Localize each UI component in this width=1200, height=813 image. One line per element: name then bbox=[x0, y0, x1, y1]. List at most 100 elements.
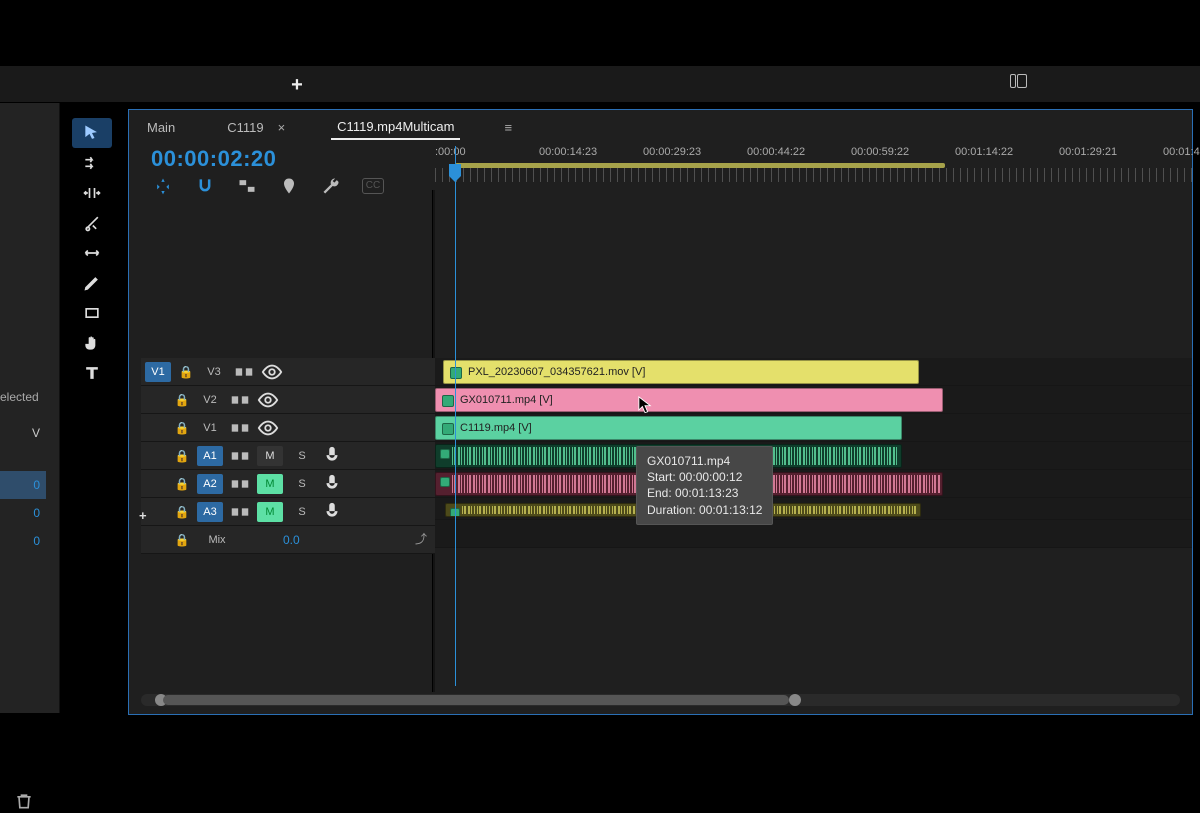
source-patch-a1[interactable]: A1 bbox=[197, 446, 223, 466]
voiceover-mic-icon[interactable] bbox=[321, 503, 343, 521]
mute-button[interactable]: M bbox=[257, 474, 283, 494]
sync-lock-icon[interactable] bbox=[229, 475, 251, 493]
linked-selection-icon[interactable] bbox=[237, 176, 257, 196]
clip-gx010711[interactable]: GX010711.mp4 [V] bbox=[435, 388, 943, 412]
tool-palette bbox=[72, 118, 116, 418]
tab-c1119-multicam[interactable]: C1119.mp4Multicam bbox=[331, 115, 460, 140]
left-panel-fragment: elected V 0 0 0 bbox=[0, 103, 60, 713]
track-headers: + V1 🔒 V3 🔒 V2 🔒 V1 🔒 bbox=[141, 358, 435, 554]
playhead-timecode[interactable]: 00:00:02:20 bbox=[151, 146, 276, 172]
track-label: V3 bbox=[201, 362, 227, 382]
app-top-black-area bbox=[0, 0, 1200, 65]
sync-lock-icon[interactable] bbox=[233, 363, 255, 381]
ruler-tick-label: 00:00:44:22 bbox=[747, 146, 805, 158]
sync-lock-icon[interactable] bbox=[229, 447, 251, 465]
razor-tool[interactable] bbox=[72, 208, 112, 238]
lane-a2[interactable] bbox=[435, 470, 1192, 498]
source-patch-a2[interactable]: A2 bbox=[197, 474, 223, 494]
toggle-track-output-icon[interactable] bbox=[257, 391, 279, 409]
fx-badge-icon bbox=[442, 423, 454, 435]
pen-tool[interactable] bbox=[72, 268, 112, 298]
track-header-a2[interactable]: 🔒 A2 M S bbox=[141, 470, 435, 498]
lane-a3[interactable] bbox=[435, 498, 1192, 520]
rectangle-tool[interactable] bbox=[72, 298, 112, 328]
timeline-horizontal-scrollbar[interactable] bbox=[141, 694, 1180, 706]
track-header-v3[interactable]: V1 🔒 V3 bbox=[141, 358, 435, 386]
mute-button[interactable]: M bbox=[257, 446, 283, 466]
zoom-handle-right[interactable] bbox=[789, 694, 801, 706]
lane-a1[interactable] bbox=[435, 442, 1192, 470]
left-value-row[interactable]: 0 bbox=[0, 499, 46, 527]
type-tool[interactable] bbox=[72, 358, 112, 388]
lock-icon[interactable]: 🔒 bbox=[173, 505, 191, 519]
toggle-track-output-icon[interactable] bbox=[261, 363, 283, 381]
selection-tool[interactable] bbox=[72, 118, 112, 148]
source-patch-a3[interactable]: A3 bbox=[197, 502, 223, 522]
left-value-row[interactable]: 0 bbox=[0, 527, 46, 555]
clip-lanes[interactable]: PXL_20230607_034357621.mov [V] GX010711.… bbox=[435, 358, 1192, 548]
lane-v2[interactable]: GX010711.mp4 [V] bbox=[435, 386, 1192, 414]
voiceover-mic-icon[interactable] bbox=[321, 447, 343, 465]
solo-button[interactable]: S bbox=[289, 502, 315, 522]
track-header-mix[interactable]: 🔒 Mix 0.0 ⤴ bbox=[141, 526, 435, 554]
tooltip-line: End: 00:01:13:23 bbox=[647, 485, 762, 501]
sync-lock-icon[interactable] bbox=[229, 419, 251, 437]
fx-badge-icon bbox=[440, 477, 450, 487]
captions-icon[interactable]: CC bbox=[363, 176, 383, 196]
toggle-track-output-icon[interactable] bbox=[257, 419, 279, 437]
add-panel-button[interactable]: + bbox=[284, 72, 310, 98]
track-select-forward-tool[interactable] bbox=[72, 148, 112, 178]
ruler-tick-label: 00:00:29:23 bbox=[643, 146, 701, 158]
tab-c1119[interactable]: C1119 bbox=[221, 116, 269, 139]
tooltip-line: Duration: 00:01:13:12 bbox=[647, 502, 762, 518]
lock-icon[interactable]: 🔒 bbox=[173, 477, 191, 491]
sync-lock-icon[interactable] bbox=[229, 503, 251, 521]
clip-c1119[interactable]: C1119.mp4 [V] bbox=[435, 416, 902, 440]
mute-button[interactable]: M bbox=[257, 502, 283, 522]
sync-lock-icon[interactable] bbox=[229, 391, 251, 409]
snap-icon[interactable] bbox=[195, 176, 215, 196]
lock-icon[interactable]: 🔒 bbox=[173, 393, 191, 407]
clip-label: GX010711.mp4 [V] bbox=[460, 394, 553, 406]
slip-tool[interactable] bbox=[72, 238, 112, 268]
viewport-layout-button[interactable] bbox=[1010, 74, 1038, 94]
lock-icon[interactable]: 🔒 bbox=[173, 533, 191, 547]
ruler-tick-label: 00:01:14:22 bbox=[955, 146, 1013, 158]
clip-pxl-mov[interactable]: PXL_20230607_034357621.mov [V] bbox=[443, 360, 919, 384]
source-patch-v1[interactable]: V1 bbox=[145, 362, 171, 382]
lock-icon[interactable]: 🔒 bbox=[173, 449, 191, 463]
track-header-a3[interactable]: 🔒 A3 M S bbox=[141, 498, 435, 526]
sequence-tabs: Main C1119 × C1119.mp4Multicam ≡ bbox=[141, 114, 512, 140]
hand-tool[interactable] bbox=[72, 328, 112, 358]
mix-level-value[interactable]: 0.0 bbox=[283, 533, 300, 547]
marker-icon[interactable] bbox=[279, 176, 299, 196]
lane-mix[interactable] bbox=[435, 520, 1192, 548]
lane-v1[interactable]: C1119.mp4 [V] bbox=[435, 414, 1192, 442]
ruler-tick-label: 00:00:59:22 bbox=[851, 146, 909, 158]
voiceover-mic-icon[interactable] bbox=[321, 475, 343, 493]
solo-button[interactable]: S bbox=[289, 474, 315, 494]
lock-icon[interactable]: 🔒 bbox=[173, 421, 191, 435]
track-header-a1[interactable]: 🔒 A1 M S bbox=[141, 442, 435, 470]
fx-badge-icon bbox=[442, 395, 454, 407]
settings-wrench-icon[interactable] bbox=[321, 176, 341, 196]
left-value-row[interactable]: 0 bbox=[0, 471, 46, 499]
add-track-button[interactable]: + bbox=[139, 508, 147, 523]
ripple-edit-tool[interactable] bbox=[72, 178, 112, 208]
solo-button[interactable]: S bbox=[289, 446, 315, 466]
clip-tooltip: GX010711.mp4 Start: 00:00:00:12 End: 00:… bbox=[636, 446, 773, 525]
mix-output-icon[interactable]: ⤴ bbox=[415, 530, 427, 547]
track-header-v1[interactable]: 🔒 V1 bbox=[141, 414, 435, 442]
close-tab-icon[interactable]: × bbox=[278, 120, 286, 135]
lane-v3[interactable]: PXL_20230607_034357621.mov [V] bbox=[435, 358, 1192, 386]
timeline-panel: Main C1119 × C1119.mp4Multicam ≡ 00:00:0… bbox=[128, 109, 1193, 715]
tab-main[interactable]: Main bbox=[141, 116, 181, 139]
scroll-thumb[interactable] bbox=[163, 695, 789, 705]
tab-menu-icon[interactable]: ≡ bbox=[504, 120, 512, 135]
nest-icon[interactable] bbox=[153, 176, 173, 196]
trash-icon[interactable] bbox=[14, 791, 34, 813]
lock-icon[interactable]: 🔒 bbox=[177, 365, 195, 379]
time-ruler[interactable]: :00:00 00:00:14:23 00:00:29:23 00:00:44:… bbox=[435, 146, 1192, 190]
track-header-v2[interactable]: 🔒 V2 bbox=[141, 386, 435, 414]
playhead-line[interactable] bbox=[455, 146, 456, 686]
